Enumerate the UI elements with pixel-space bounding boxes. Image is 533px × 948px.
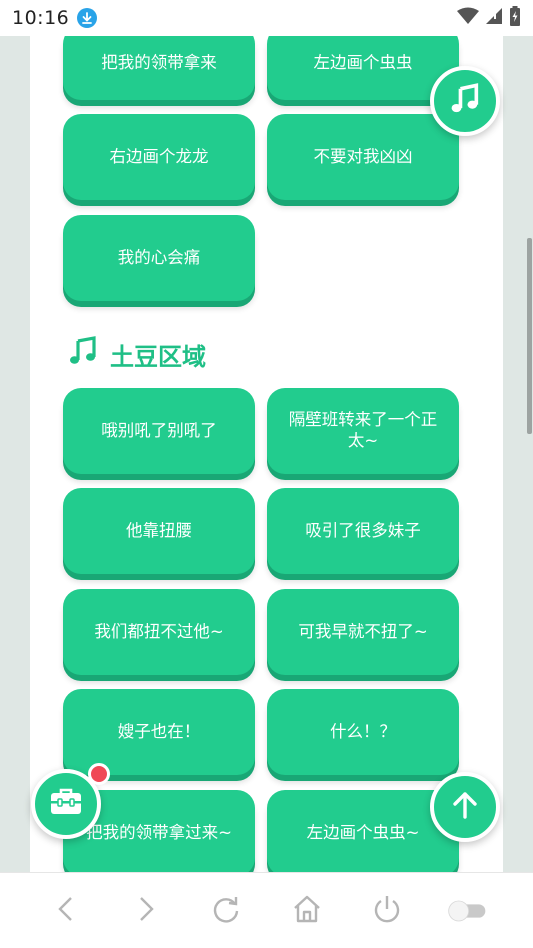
arrow-up-icon	[450, 790, 480, 824]
sound-button[interactable]: 吸引了很多妹子	[267, 488, 459, 574]
sound-button[interactable]: 左边画个虫虫	[267, 36, 459, 100]
music-note-icon	[448, 82, 482, 120]
power-button[interactable]	[367, 891, 407, 931]
download-icon	[77, 8, 98, 28]
forward-icon	[136, 895, 156, 927]
sound-button[interactable]: 我们都扭不过他~	[63, 589, 255, 675]
status-bar: 10:16	[0, 0, 533, 36]
music-fab-button[interactable]	[430, 66, 500, 136]
battery-icon	[509, 6, 521, 30]
back-icon	[56, 895, 76, 927]
scrollbar-thumb[interactable]	[527, 238, 532, 434]
scroll-to-top-button[interactable]	[430, 772, 500, 842]
status-time: 10:16	[12, 7, 70, 29]
wifi-icon	[457, 7, 479, 29]
sound-button[interactable]: 右边画个龙龙	[63, 114, 255, 200]
section-title: 土豆区域	[68, 336, 206, 372]
sound-button[interactable]: 不要对我凶凶	[267, 114, 459, 200]
sound-button[interactable]: 什么！？	[267, 689, 459, 775]
sound-button[interactable]: 可我早就不扭了~	[267, 589, 459, 675]
power-icon	[372, 894, 402, 928]
music-note-icon	[68, 336, 98, 372]
toggle-switch[interactable]	[447, 891, 487, 931]
home-icon	[292, 894, 322, 928]
sound-button[interactable]: 他靠扭腰	[63, 488, 255, 574]
status-icons	[457, 6, 521, 30]
sound-button[interactable]: 哦别吼了别吼了	[63, 388, 255, 474]
section-title-text: 土豆区域	[110, 342, 206, 371]
sound-button[interactable]: 隔壁班转来了一个正太~	[267, 388, 459, 474]
sound-button[interactable]: 把我的领带拿来	[63, 36, 255, 100]
bottom-nav-bar	[0, 872, 533, 948]
forward-button[interactable]	[126, 891, 166, 931]
refresh-button[interactable]	[206, 891, 246, 931]
sound-button[interactable]: 我的心会痛	[63, 215, 255, 301]
signal-icon	[485, 7, 503, 29]
back-button[interactable]	[46, 891, 86, 931]
content-panel[interactable]: 把我的领带拿来 左边画个虫虫 右边画个龙龙 不要对我凶凶 我的心会痛 土豆区域 …	[30, 36, 503, 872]
sound-button[interactable]: 嫂子也在！	[63, 689, 255, 775]
refresh-icon	[211, 894, 241, 928]
page-background-left	[0, 36, 30, 872]
home-button[interactable]	[287, 891, 327, 931]
page-background-right	[503, 36, 533, 872]
notification-dot	[88, 763, 110, 785]
toolbox-icon	[49, 787, 83, 821]
